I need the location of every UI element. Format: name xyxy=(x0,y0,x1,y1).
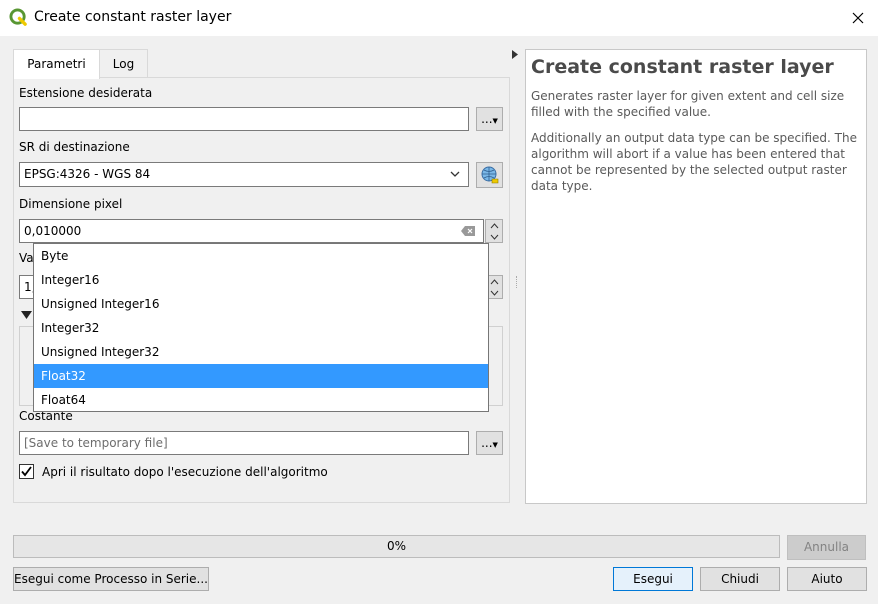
extent-browse-button[interactable]: ...▼ xyxy=(476,107,503,131)
dropdown-option[interactable]: Integer32 xyxy=(34,316,488,340)
pixel-size-value: 0,010000 xyxy=(24,224,82,238)
extent-label: Estensione desiderata xyxy=(19,86,153,100)
tab-log[interactable]: Log xyxy=(99,49,148,78)
run-button[interactable]: Esegui xyxy=(613,567,693,591)
chevron-down-icon: ▼ xyxy=(492,441,498,449)
spin-up-icon[interactable] xyxy=(490,279,499,285)
checkmark-icon xyxy=(21,466,32,477)
dropdown-option[interactable]: Byte xyxy=(34,244,488,268)
browse-button-label: ... xyxy=(481,112,493,126)
batch-process-button[interactable]: Esegui come Processo in Serie... xyxy=(13,567,209,591)
browse-button-label: ... xyxy=(481,436,493,450)
pixel-size-label: Dimensione pixel xyxy=(19,197,123,211)
qgis-logo-icon xyxy=(9,8,27,26)
help-description: Generates raster layer for given extent … xyxy=(531,89,845,119)
dropdown-option[interactable]: Integer16 xyxy=(34,268,488,292)
output-browse-button[interactable]: ...▼ xyxy=(476,431,503,455)
data-type-dropdown-list: Byte Integer16 Unsigned Integer16 Intege… xyxy=(33,243,489,412)
chevron-down-icon xyxy=(450,171,460,177)
dropdown-option-selected[interactable]: Float32 xyxy=(34,364,488,388)
crs-select[interactable]: EPSG:4326 - WGS 84 xyxy=(19,162,469,187)
dropdown-option[interactable]: Float64 xyxy=(34,388,488,412)
help-panel: Create constant raster layer Generates r… xyxy=(525,49,867,504)
help-button[interactable]: Aiuto xyxy=(787,567,867,591)
dropdown-option[interactable]: Unsigned Integer32 xyxy=(34,340,488,364)
dropdown-option[interactable]: Unsigned Integer16 xyxy=(34,292,488,316)
spin-down-icon[interactable] xyxy=(490,234,499,240)
spin-down-icon[interactable] xyxy=(490,290,499,296)
pixel-size-input[interactable]: 0,010000 xyxy=(19,219,484,243)
tab-parametri[interactable]: Parametri xyxy=(13,49,100,79)
chevron-down-icon: ▼ xyxy=(492,117,498,125)
pixel-size-spinner[interactable] xyxy=(485,219,503,243)
help-title: Create constant raster layer xyxy=(531,56,834,78)
output-file-input[interactable]: [Save to temporary file] xyxy=(19,431,469,455)
collapse-help-arrow-icon[interactable] xyxy=(512,50,518,59)
splitter-handle[interactable] xyxy=(516,276,518,288)
progress-text: 0% xyxy=(386,539,407,553)
help-details: Additionally an output data type can be … xyxy=(531,131,857,193)
collapse-triangle-icon[interactable] xyxy=(21,311,32,319)
cancel-button[interactable]: Annulla xyxy=(787,535,866,560)
progress-bar: 0% xyxy=(13,535,780,558)
crs-value: EPSG:4326 - WGS 84 xyxy=(24,167,151,181)
title-bar: Create constant raster layer xyxy=(0,0,878,36)
constant-value-label: Va xyxy=(19,251,34,265)
window-title: Create constant raster layer xyxy=(34,9,232,25)
close-icon[interactable] xyxy=(846,6,870,30)
extent-input[interactable] xyxy=(19,107,469,131)
open-after-label: Apri il risultato dopo l'esecuzione dell… xyxy=(42,465,328,479)
open-after-checkbox[interactable] xyxy=(19,464,34,479)
globe-icon xyxy=(481,166,498,184)
crs-label: SR di destinazione xyxy=(19,140,130,154)
clear-icon[interactable] xyxy=(461,226,475,236)
spin-up-icon[interactable] xyxy=(490,223,499,229)
close-button[interactable]: Chiudi xyxy=(700,567,780,591)
crs-selector-button[interactable] xyxy=(476,162,503,188)
